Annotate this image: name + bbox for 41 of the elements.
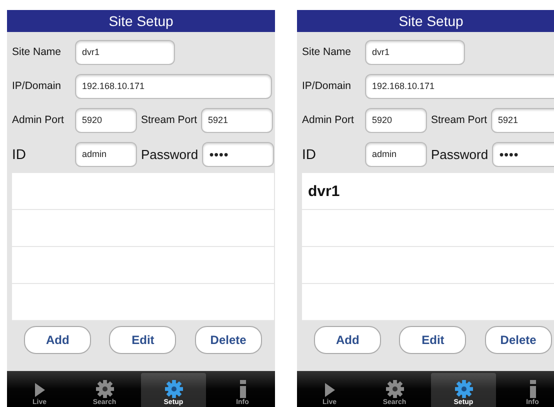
field-label: Password: [431, 146, 488, 162]
field-label: ID: [302, 146, 317, 162]
field-label: Stream Port: [141, 114, 198, 126]
play-icon: [34, 382, 46, 398]
gear-icon: [96, 380, 114, 398]
field-label: Admin Port: [12, 114, 65, 126]
field-label: Site Name: [302, 46, 352, 58]
text-field[interactable]: admin: [75, 142, 137, 166]
action-button[interactable]: Delete: [484, 326, 552, 354]
text-field[interactable]: dvr1: [365, 40, 465, 64]
action-button[interactable]: Edit: [109, 326, 176, 354]
gear-icon: [386, 380, 404, 398]
text-field[interactable]: ●●●●: [202, 142, 274, 166]
screen-title: Site Setup: [297, 10, 554, 32]
info-icon: [238, 380, 246, 398]
gear-icon: [164, 380, 182, 398]
field-label: Stream Port: [431, 114, 488, 126]
info-icon: [528, 380, 536, 398]
action-button[interactable]: Edit: [399, 326, 466, 354]
text-field[interactable]: 192.168.10.171: [365, 74, 554, 98]
field-label: IP/Domain: [302, 80, 352, 92]
screen-title: Site Setup: [7, 10, 275, 32]
play-icon: [324, 382, 336, 398]
text-field[interactable]: 192.168.10.171: [75, 74, 272, 98]
field-label: Admin Port: [302, 114, 355, 126]
field-label: Password: [141, 146, 198, 162]
field-label: Site Name: [12, 46, 62, 58]
text-field[interactable]: 5920: [75, 108, 137, 132]
text-field[interactable]: admin: [365, 142, 427, 166]
field-label: IP/Domain: [12, 80, 62, 92]
text-field[interactable]: 5921: [201, 108, 274, 132]
field-label: ID: [12, 146, 27, 162]
text-field[interactable]: 5920: [365, 108, 427, 132]
site-list-item[interactable]: dvr1: [308, 182, 340, 200]
action-button[interactable]: Add: [314, 326, 382, 354]
text-field[interactable]: dvr1: [75, 40, 175, 64]
action-button[interactable]: Delete: [194, 326, 262, 354]
gear-icon: [454, 380, 472, 398]
text-field[interactable]: 5921: [491, 108, 554, 132]
text-field[interactable]: ●●●●: [492, 142, 554, 166]
action-button[interactable]: Add: [24, 326, 92, 354]
